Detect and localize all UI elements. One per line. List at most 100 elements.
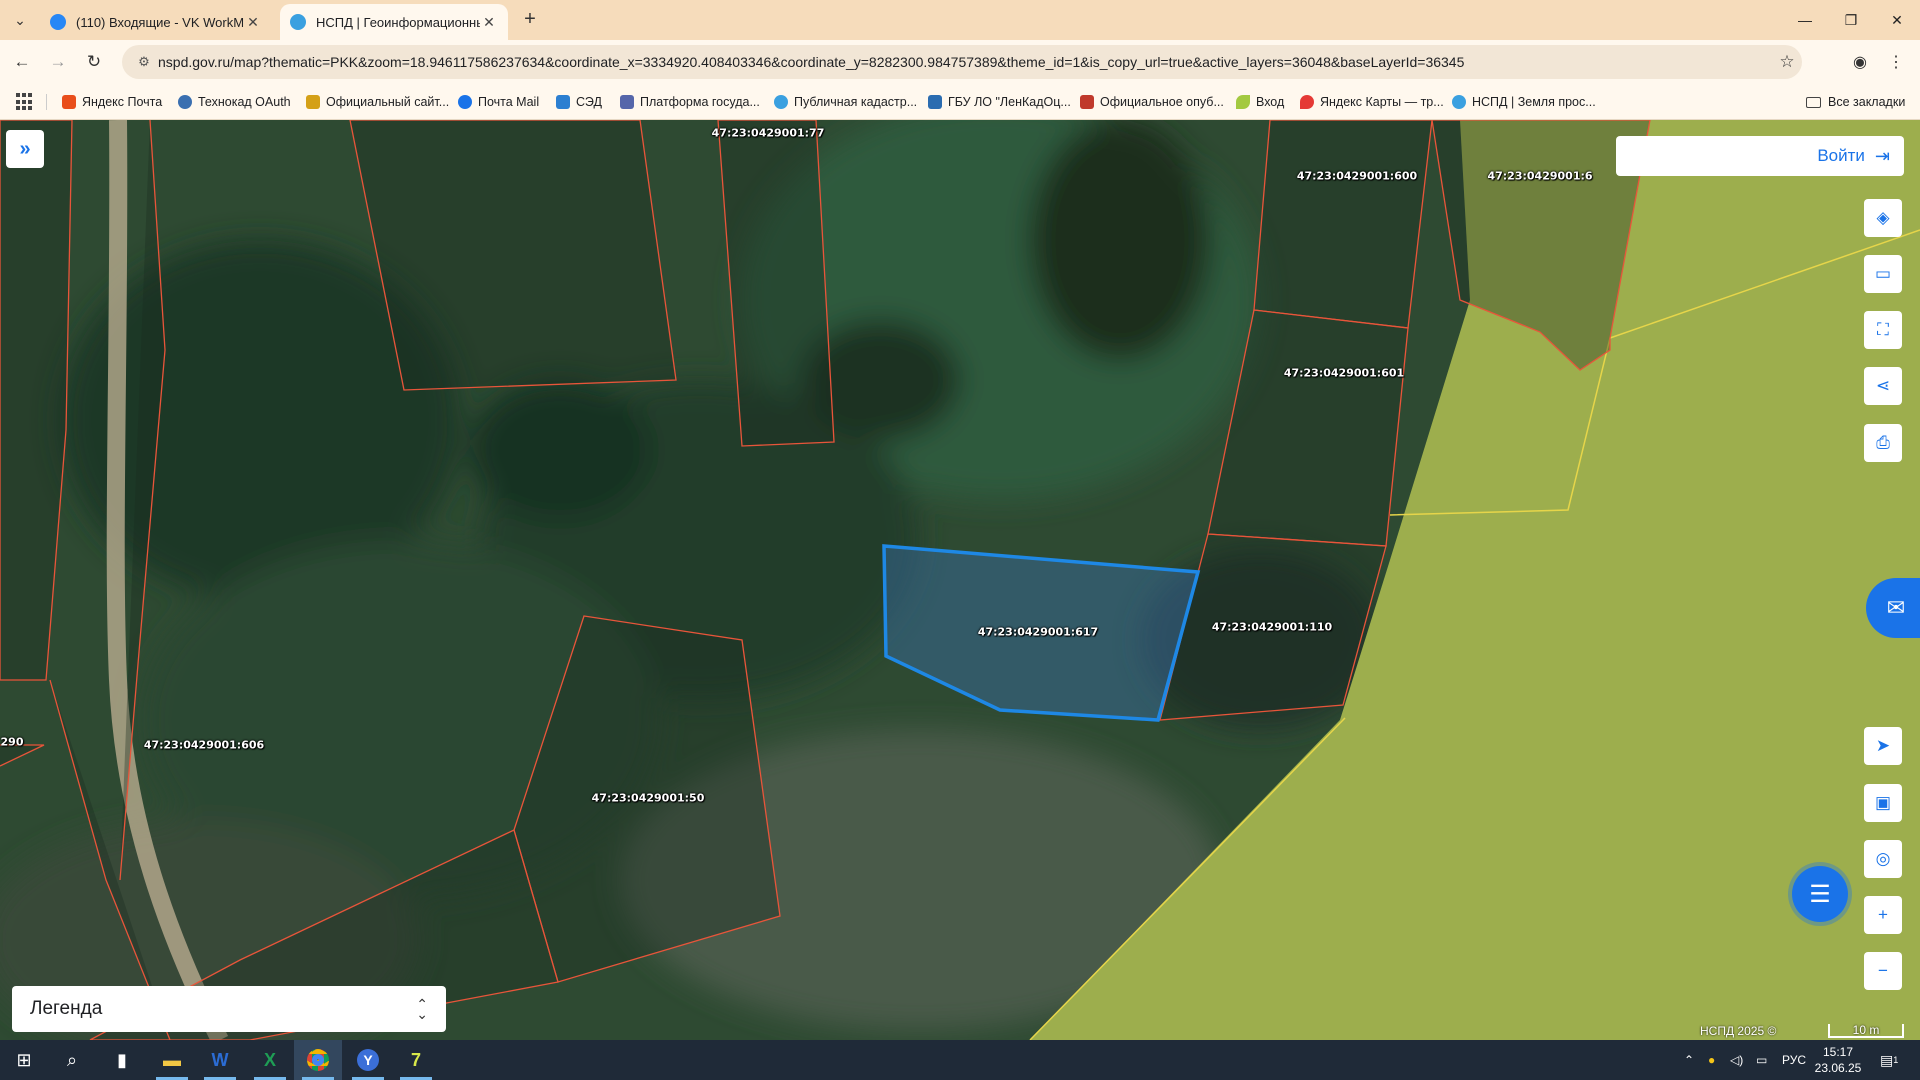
network-icon[interactable]: ▭ bbox=[1756, 1040, 1767, 1080]
apps-grid-icon[interactable] bbox=[16, 93, 34, 111]
bookmark-item[interactable]: Официальное опуб... bbox=[1080, 92, 1224, 112]
official-publication-icon bbox=[1080, 95, 1094, 109]
share-icon[interactable]: ⋖ bbox=[1864, 367, 1902, 405]
site-info-icon[interactable]: ⚙ bbox=[130, 54, 158, 70]
usb-device-icon[interactable]: ▮ bbox=[98, 1040, 146, 1080]
parcel-label[interactable]: 47:23:0429001:606 bbox=[144, 739, 264, 752]
tab-strip: ⌄ (110) Входящие - VK WorkMail ✕ НСПД | … bbox=[0, 0, 1920, 40]
legend-label: Легенда bbox=[30, 998, 103, 1019]
bookmark-item[interactable]: Официальный сайт... bbox=[306, 92, 449, 112]
lenkadocenka-icon bbox=[928, 95, 942, 109]
parcel-label[interactable]: 47:23:0429001:77 bbox=[712, 127, 825, 140]
all-bookmarks-button[interactable]: Все закладки bbox=[1806, 92, 1905, 112]
close-window-button[interactable]: ✕ bbox=[1874, 0, 1920, 40]
notification-center-icon[interactable]: ▤ 1 bbox=[1880, 1040, 1898, 1080]
login-button[interactable]: Войти ⇥ bbox=[1616, 136, 1904, 176]
public-cadastral-icon bbox=[774, 95, 788, 109]
map-canvas[interactable]: 47:23:0429001:77 47:23:0429001:600 47:23… bbox=[0, 120, 1920, 1040]
bookmark-item[interactable]: Платформа госуда... bbox=[620, 92, 760, 112]
minimize-button[interactable]: — bbox=[1782, 0, 1828, 40]
menu-icon[interactable]: ⋮ bbox=[1882, 48, 1910, 76]
chat-bubble-icon[interactable]: ☰ bbox=[1792, 866, 1848, 922]
windows-start-icon[interactable]: ⊞ bbox=[0, 1040, 48, 1080]
file-explorer-icon[interactable]: ▬ bbox=[148, 1040, 196, 1080]
bookmark-item[interactable]: Яндекс Почта bbox=[62, 92, 162, 112]
bookmark-label: Официальный сайт... bbox=[326, 95, 450, 109]
yandex-browser-icon[interactable]: Y bbox=[344, 1040, 392, 1080]
parcel-label[interactable]: 47:23:0429001:50 bbox=[592, 792, 705, 805]
sed-icon bbox=[556, 95, 570, 109]
copyright-text: НСПД 2025 © bbox=[1700, 1024, 1777, 1038]
feedback-chat-icon[interactable]: ✉ bbox=[1866, 578, 1920, 638]
close-tab-icon[interactable]: ✕ bbox=[244, 14, 262, 31]
select-area-icon[interactable]: ⛶ bbox=[1864, 311, 1902, 349]
bookmark-item[interactable]: Почта Mail bbox=[458, 92, 539, 112]
language-indicator[interactable]: РУС bbox=[1782, 1040, 1806, 1080]
bookmark-label: Технокад OAuth bbox=[198, 95, 291, 109]
bookmark-label: ГБУ ЛО "ЛенКадОц... bbox=[948, 95, 1071, 109]
excel-icon[interactable]: X bbox=[246, 1040, 294, 1080]
bookmark-item[interactable]: Технокад OAuth bbox=[178, 92, 291, 112]
zoom-in-icon[interactable]: + bbox=[1864, 896, 1902, 934]
back-button[interactable]: ← bbox=[8, 48, 36, 76]
bookmark-item[interactable]: Вход bbox=[1236, 92, 1284, 112]
show-hidden-icons-icon[interactable]: ⌃ bbox=[1684, 1040, 1694, 1080]
bookmark-label: Яндекс Карты — тр... bbox=[1320, 95, 1444, 109]
yandex-maps-icon bbox=[1300, 95, 1314, 109]
tab-nspd[interactable]: НСПД | Геоинформационный ✕ bbox=[280, 4, 508, 40]
chrome-icon[interactable] bbox=[294, 1040, 342, 1080]
official-site-icon bbox=[306, 95, 320, 109]
tehnokad-icon bbox=[178, 95, 192, 109]
tab-search-chevron-icon[interactable]: ⌄ bbox=[6, 8, 34, 32]
legend-panel[interactable]: Легенда ⌃ ⌄ bbox=[12, 986, 446, 1032]
locate-icon[interactable]: ➤ bbox=[1864, 727, 1902, 765]
profile-icon[interactable]: ◉ bbox=[1846, 48, 1874, 76]
bookmark-item[interactable]: Яндекс Карты — тр... bbox=[1300, 92, 1444, 112]
tab-title: (110) Входящие - VK WorkMail bbox=[76, 14, 244, 30]
forward-button[interactable]: → bbox=[44, 48, 72, 76]
close-tab-icon[interactable]: ✕ bbox=[480, 14, 498, 31]
tab-vk-workmail[interactable]: (110) Входящие - VK WorkMail ✕ bbox=[40, 4, 272, 40]
parcel-label[interactable]: 47:23:0429001:601 bbox=[1284, 367, 1404, 380]
new-tab-button[interactable]: + bbox=[518, 8, 542, 32]
restore-button[interactable]: ❐ bbox=[1828, 0, 1874, 40]
url-text[interactable]: nspd.gov.ru/map?thematic=PKK&zoom=18.946… bbox=[158, 54, 1772, 70]
mail-ru-icon bbox=[458, 95, 472, 109]
lightbulb-icon[interactable]: ● bbox=[1708, 1040, 1715, 1080]
vk-workmail-icon bbox=[50, 14, 66, 30]
bookmark-label: Яндекс Почта bbox=[82, 95, 163, 109]
login-label: Войти bbox=[1817, 146, 1865, 165]
bookmark-item[interactable]: Публичная кадастр... bbox=[774, 92, 917, 112]
minimap-icon[interactable]: ▣ bbox=[1864, 784, 1902, 822]
satellite-map bbox=[0, 120, 1920, 1040]
bookmark-item[interactable]: СЭД bbox=[556, 92, 602, 112]
zoom-out-icon[interactable]: − bbox=[1864, 952, 1902, 990]
all-bookmarks-label: Все закладки bbox=[1828, 95, 1906, 109]
reload-button[interactable]: ↻ bbox=[80, 48, 108, 76]
volume-icon[interactable]: ◁) bbox=[1730, 1040, 1743, 1080]
parcel-label-selected[interactable]: 47:23:0429001:617 bbox=[978, 626, 1098, 639]
bookmark-label: Почта Mail bbox=[478, 95, 540, 109]
notepad-icon[interactable]: 7 bbox=[392, 1040, 440, 1080]
search-icon[interactable]: ⌕ bbox=[48, 1040, 96, 1080]
parcel-label[interactable]: 290 bbox=[1, 736, 24, 749]
divider bbox=[46, 94, 47, 110]
search-location-icon[interactable]: ◎ bbox=[1864, 840, 1902, 878]
ruler-icon[interactable]: ▭ bbox=[1864, 255, 1902, 293]
layers-icon[interactable]: ◈ bbox=[1864, 199, 1902, 237]
print-icon[interactable]: ⎙ bbox=[1864, 424, 1902, 462]
bookmark-label: Вход bbox=[1256, 95, 1285, 109]
bookmark-star-icon[interactable]: ☆ bbox=[1772, 52, 1802, 72]
expand-collapse-icon[interactable]: ⌃ ⌄ bbox=[416, 997, 428, 1021]
bookmark-item[interactable]: ГБУ ЛО "ЛенКадОц... bbox=[928, 92, 1071, 112]
word-icon[interactable]: W bbox=[196, 1040, 244, 1080]
parcel-label[interactable]: 47:23:0429001:110 bbox=[1212, 621, 1332, 634]
expand-panel-button[interactable]: » bbox=[6, 130, 44, 168]
parcel-label[interactable]: 47:23:0429001:600 bbox=[1297, 170, 1417, 183]
parcel-label[interactable]: 47:23:0429001:6 bbox=[1487, 170, 1592, 183]
clock[interactable]: 15:17 23.06.25 bbox=[1804, 1044, 1872, 1076]
tab-title: НСПД | Геоинформационный bbox=[316, 14, 480, 30]
bookmark-item[interactable]: НСПД | Земля прос... bbox=[1452, 92, 1596, 112]
address-bar[interactable]: ⚙ nspd.gov.ru/map?thematic=PKK&zoom=18.9… bbox=[122, 45, 1802, 79]
bookmark-label: Публичная кадастр... bbox=[794, 95, 918, 109]
